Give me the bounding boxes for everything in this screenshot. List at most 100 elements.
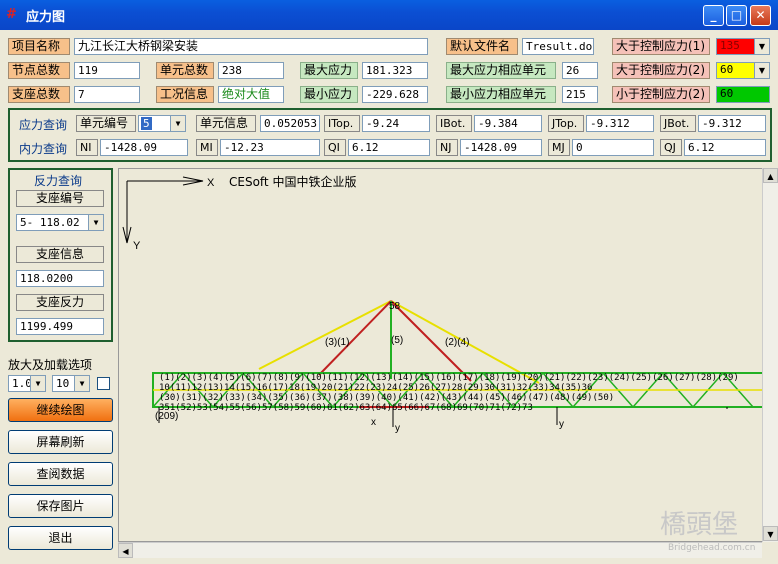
horizontal-scrollbar[interactable]: ◀: [118, 542, 762, 558]
project-name-label: 项目名称: [8, 38, 70, 55]
support-count-field[interactable]: 7: [74, 86, 140, 103]
max-stress-field[interactable]: 181.323: [362, 62, 428, 79]
itop-field[interactable]: -9.24: [362, 115, 430, 132]
jtop-label: JTop.: [548, 115, 584, 132]
ibot-field[interactable]: -9.384: [474, 115, 542, 132]
element-number-dropdown[interactable]: 5 ▼: [138, 115, 186, 132]
ctrl-stress-1-dropdown[interactable]: 135 ▼: [716, 38, 770, 55]
node-count-field[interactable]: 119: [74, 62, 140, 79]
chevron-down-icon: ▼: [754, 63, 769, 78]
case-info-field[interactable]: 绝对大值: [218, 86, 284, 103]
svg-text:351(52)53(54)55(56)57(58)59(60: 351(52)53(54)55(56)57(58)59(60)61(62)63(…: [159, 403, 533, 413]
scale-dropdown[interactable]: 1.0 ▼: [8, 375, 46, 392]
vertical-scrollbar[interactable]: ▲ ▼: [762, 168, 778, 542]
window-title: 应力图: [26, 10, 66, 25]
jtop-field[interactable]: -9.312: [586, 115, 654, 132]
scale-value: 1.0: [12, 377, 32, 390]
qj-label: QJ: [660, 139, 682, 156]
scroll-left-icon[interactable]: ◀: [118, 543, 133, 558]
chevron-down-icon: ▼: [74, 376, 89, 391]
force-query-label: 内力查询: [19, 142, 68, 156]
element-number-value: 5: [141, 117, 152, 130]
zoom-options-label: 放大及加载选项: [8, 358, 93, 372]
ni-label: NI: [76, 139, 98, 156]
chevron-down-icon: ▼: [88, 215, 103, 230]
top-node-label: 58: [389, 301, 401, 312]
support-force-field[interactable]: 1199.499: [16, 318, 104, 335]
mi-label: MI: [196, 139, 218, 156]
max-stress-label: 最大应力: [300, 62, 358, 79]
stress-query-label: 应力查询: [19, 118, 68, 132]
default-file-field[interactable]: Tresult.doc: [522, 38, 594, 55]
ctrl-stress-2-value: 60: [720, 63, 734, 76]
credit-text: CESoft 中国中铁企业版: [229, 174, 356, 189]
support-number-dropdown[interactable]: 5- 118.02 ▼: [16, 214, 104, 231]
min-stress-label: 最小应力: [300, 86, 358, 103]
support-number-value: 5- 118.02: [20, 216, 80, 229]
svg-text:(30)(31)(32)(33)(34)(35)(36)(3: (30)(31)(32)(33)(34)(35)(36)(37)(38)(39)…: [159, 393, 614, 403]
ctrl-stress-3-box[interactable]: 60: [716, 86, 770, 103]
mi-field[interactable]: -12.23: [220, 139, 320, 156]
nj-field[interactable]: -1428.09: [460, 139, 542, 156]
maximize-icon: □: [730, 8, 743, 22]
ctrl-stress-2-dropdown[interactable]: 60 ▼: [716, 62, 770, 79]
support-number-label: 支座编号: [16, 190, 104, 207]
load-value: 10: [56, 377, 70, 390]
ni-field[interactable]: -1428.09: [100, 139, 188, 156]
scroll-up-icon[interactable]: ▲: [763, 168, 778, 183]
min-stress-element-field[interactable]: 215: [562, 86, 598, 103]
y-axis-label: Y: [133, 240, 141, 252]
qi-field[interactable]: 6.12: [348, 139, 430, 156]
refresh-screen-button[interactable]: 屏幕刷新: [8, 430, 113, 454]
mj-label: MJ: [548, 139, 570, 156]
jbot-field[interactable]: -9.312: [698, 115, 766, 132]
itop-label: ITop.: [324, 115, 360, 132]
jbot-label: JBot.: [660, 115, 696, 132]
reaction-title: 反力查询: [34, 174, 83, 188]
case-info-label: 工况信息: [156, 86, 214, 103]
member-label-b: (5): [391, 335, 403, 346]
close-icon: ✕: [755, 8, 766, 22]
support-info-field[interactable]: 118.0200: [16, 270, 104, 287]
ctrl-stress-1-label: 大于控制应力(1): [612, 38, 710, 55]
svg-text:10(11)12(13)14(15)16(17)18(19): 10(11)12(13)14(15)16(17)18(19)20(21)22(2…: [159, 383, 592, 393]
load-dropdown[interactable]: 10 ▼: [52, 375, 90, 392]
element-number-label: 单元编号: [76, 115, 136, 132]
project-name-field[interactable]: 九江长江大桥钢梁安装: [74, 38, 428, 55]
continue-drawing-button[interactable]: 继续绘图: [8, 398, 113, 422]
support-count-label: 支座总数: [8, 86, 70, 103]
member-label-c: (2)(4): [445, 337, 469, 348]
mj-field[interactable]: 0: [572, 139, 654, 156]
qj-field[interactable]: 6.12: [684, 139, 766, 156]
load-checkbox[interactable]: [97, 377, 110, 390]
support-force-label: 支座反力: [16, 294, 104, 311]
minimize-button[interactable]: _: [703, 5, 724, 26]
stress-chart-app-icon: #: [6, 7, 17, 22]
ctrl-stress-2-label: 大于控制应力(2): [612, 62, 710, 79]
drawing-canvas[interactable]: X Y CESoft 中国中铁企业版 58 (3)(1) (5) (2)(4): [118, 168, 766, 542]
qi-label: QI: [324, 139, 346, 156]
watermark-logo: 橋頭堡: [660, 510, 739, 540]
element-info-field[interactable]: 0.052053: [260, 115, 320, 132]
min-stress-element-label: 最小应力相应单元: [446, 86, 556, 103]
save-image-button[interactable]: 保存图片: [8, 494, 113, 518]
chevron-down-icon: ▼: [754, 39, 769, 54]
scroll-down-icon[interactable]: ▼: [763, 526, 778, 541]
view-data-button[interactable]: 查阅数据: [8, 462, 113, 486]
title-bar: # 应力图 _ □ ✕: [0, 0, 778, 30]
ctrl-stress-3-label: 小于控制应力(2): [612, 86, 710, 103]
exit-button[interactable]: 退出: [8, 526, 113, 550]
right-y-label: y: [559, 419, 564, 430]
x-axis-label: X: [207, 177, 215, 189]
bridge-stress-drawing: X Y CESoft 中国中铁企业版 58 (3)(1) (5) (2)(4): [122, 174, 764, 434]
min-stress-field[interactable]: -229.628: [362, 86, 428, 103]
element-count-field[interactable]: 238: [218, 62, 284, 79]
max-stress-element-field[interactable]: 26: [562, 62, 598, 79]
chevron-down-icon: ▼: [30, 376, 45, 391]
close-button[interactable]: ✕: [750, 5, 771, 26]
chevron-down-icon: ▼: [170, 116, 185, 131]
bottom-y-label: y: [395, 423, 400, 434]
ctrl-stress-1-value: 135: [720, 39, 740, 52]
maximize-button[interactable]: □: [726, 5, 747, 26]
minimize-icon: _: [710, 8, 717, 22]
